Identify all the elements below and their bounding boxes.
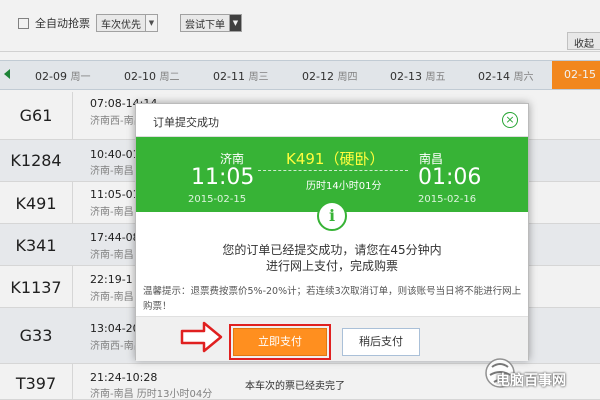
departure-time: 11:05 (191, 165, 255, 190)
watermark-text: 电脑百事网 (496, 373, 566, 389)
arrival-date: 2015-02-16 (418, 194, 477, 205)
warm-tip: 温馨提示：退票费按票价5%-20%计；若连续3次取消订单，则该账号当日将不能进行… (143, 286, 522, 312)
route-line (258, 170, 408, 171)
pointer-arrow-icon (180, 321, 223, 353)
success-message: 您的订单已经提交成功，请您在45分钟内 进行网上支付，完成购票 (136, 242, 528, 274)
trip-duration: 历时14小时01分 (306, 181, 382, 192)
dialog-title: 订单提交成功 (136, 104, 528, 137)
message-line: 您的订单已经提交成功，请您在45分钟内 (222, 243, 442, 257)
pay-now-button[interactable]: 立即支付 (233, 328, 327, 356)
departure-date: 2015-02-15 (188, 194, 247, 205)
arrival-time: 01:06 (418, 165, 482, 190)
message-line: 进行网上支付，完成购票 (265, 259, 398, 273)
pay-later-button[interactable]: 稍后支付 (342, 328, 420, 356)
close-icon[interactable]: × (502, 112, 518, 128)
train-code: K491（硬卧） (286, 150, 385, 168)
info-icon: i (317, 201, 347, 231)
